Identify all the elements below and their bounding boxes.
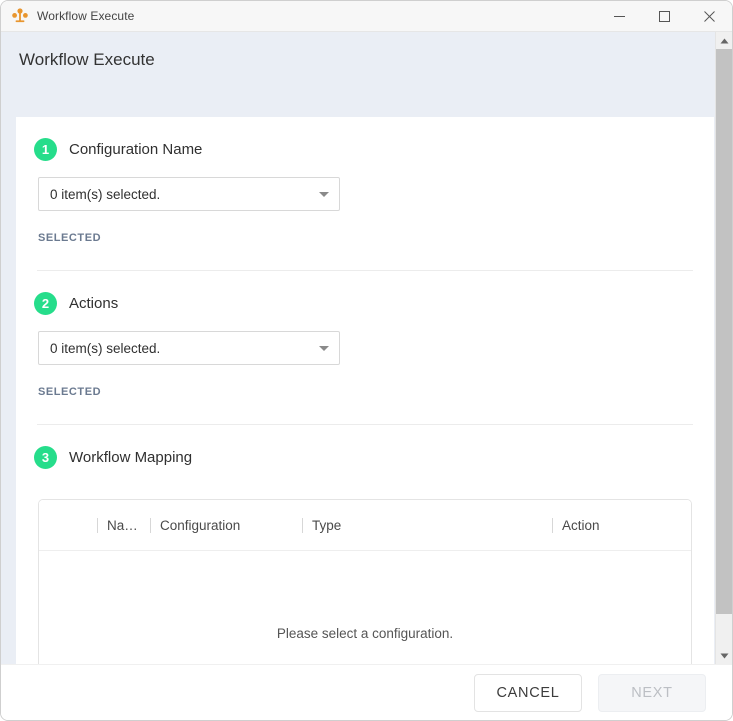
workflow-mapping-table: Na… Configuration Type <box>38 499 692 664</box>
page-title: Workflow Execute <box>19 50 155 70</box>
minimize-button[interactable] <box>597 1 642 32</box>
configuration-name-selected-label: SELECTED <box>38 232 696 246</box>
workflow-execute-window: Workflow Execute Workflow E <box>0 0 733 721</box>
minimize-icon <box>614 11 625 22</box>
actions-selected-label: SELECTED <box>38 386 696 400</box>
step-badge-1: 1 <box>34 138 57 161</box>
dialog-body: Workflow Execute 1 Configuration Name 0 … <box>1 32 732 664</box>
step-section-workflow-mapping: 3 Workflow Mapping Na… Configuration <box>34 425 696 664</box>
chevron-down-icon <box>319 192 329 197</box>
table-header-row: Na… Configuration Type <box>39 500 691 551</box>
table-column-name-label: Na… <box>107 518 138 533</box>
actions-select[interactable]: 0 item(s) selected. <box>38 331 340 365</box>
maximize-icon <box>659 11 670 22</box>
close-button[interactable] <box>687 1 732 32</box>
chevron-down-icon <box>720 653 729 659</box>
table-column-configuration-label: Configuration <box>160 518 240 533</box>
cancel-button[interactable]: CANCEL <box>474 674 582 712</box>
table-body: Please select a configuration. <box>39 551 691 664</box>
window-title: Workflow Execute <box>37 9 134 23</box>
next-button[interactable]: NEXT <box>598 674 706 712</box>
column-divider <box>552 518 553 533</box>
dialog-footer: CANCEL NEXT <box>1 664 732 720</box>
step-header-3: 3 Workflow Mapping <box>34 443 696 471</box>
title-bar: Workflow Execute <box>1 1 732 32</box>
scroll-down-button[interactable] <box>716 647 732 664</box>
chevron-down-icon <box>319 346 329 351</box>
close-icon <box>704 11 715 22</box>
table-column-action[interactable]: Action <box>552 500 672 550</box>
content-card: 1 Configuration Name 0 item(s) selected.… <box>16 117 714 664</box>
scrollbar-thumb[interactable] <box>716 49 732 614</box>
step-label-configuration-name: Configuration Name <box>69 141 202 158</box>
table-column-action-label: Action <box>562 518 600 533</box>
table-empty-message: Please select a configuration. <box>277 626 453 641</box>
step-header-1: 1 Configuration Name <box>34 135 696 163</box>
table-column-name[interactable]: Na… <box>97 500 150 550</box>
scroll-up-button[interactable] <box>716 32 732 49</box>
table-column-type-label: Type <box>312 518 341 533</box>
configuration-name-select[interactable]: 0 item(s) selected. <box>38 177 340 211</box>
window-controls <box>597 1 732 32</box>
content-card-inner: 1 Configuration Name 0 item(s) selected.… <box>16 117 714 664</box>
actions-select-value: 0 item(s) selected. <box>50 341 319 356</box>
column-divider <box>97 518 98 533</box>
chevron-up-icon <box>720 38 729 44</box>
maximize-button[interactable] <box>642 1 687 32</box>
step-label-workflow-mapping: Workflow Mapping <box>69 449 192 466</box>
step-badge-2: 2 <box>34 292 57 315</box>
step-section-configuration-name: 1 Configuration Name 0 item(s) selected.… <box>34 117 696 271</box>
workflow-app-icon <box>11 7 29 25</box>
column-divider <box>150 518 151 533</box>
step-badge-3: 3 <box>34 446 57 469</box>
page-header: Workflow Execute <box>1 32 732 88</box>
vertical-scrollbar[interactable] <box>715 32 732 664</box>
column-divider <box>302 518 303 533</box>
table-column-configuration[interactable]: Configuration <box>150 500 302 550</box>
step-header-2: 2 Actions <box>34 289 696 317</box>
configuration-name-select-value: 0 item(s) selected. <box>50 187 319 202</box>
step-section-actions: 2 Actions 0 item(s) selected. SELECTED <box>34 271 696 425</box>
table-column-type[interactable]: Type <box>302 500 552 550</box>
step-label-actions: Actions <box>69 295 118 312</box>
